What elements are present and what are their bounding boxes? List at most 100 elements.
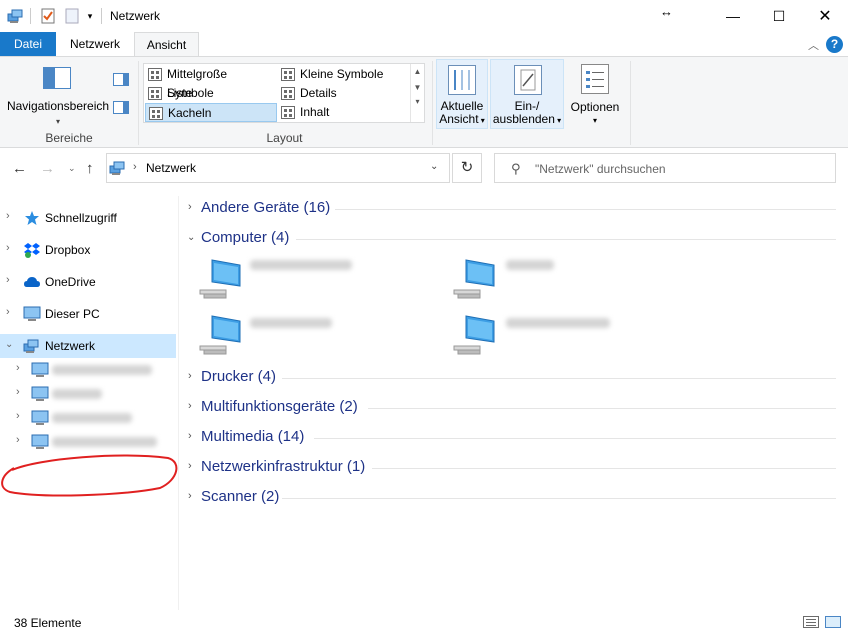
back-arrow-icon[interactable]: ← [12, 160, 27, 177]
options-button[interactable]: Optionen ▾ [566, 59, 624, 129]
tab-datei[interactable]: Datei [0, 32, 56, 56]
nav-item-onedrive[interactable]: › OneDrive [0, 270, 176, 294]
options-icon [581, 64, 609, 94]
computer-tile[interactable] [434, 310, 684, 360]
chevron-down-icon: ▾ [592, 116, 597, 125]
redacted-name [52, 365, 152, 375]
layout-tiles[interactable]: Kacheln [145, 103, 277, 122]
layout-details[interactable]: Details [278, 84, 410, 103]
chevron-right-icon[interactable]: › [6, 210, 10, 222]
group-header[interactable]: › Scanner (2) [180, 487, 842, 509]
up-arrow-icon[interactable]: ↑ [86, 160, 94, 177]
minimize-button[interactable]: — [710, 0, 756, 32]
chevron-down-icon[interactable]: ⌄ [187, 232, 195, 243]
computer-icon [452, 312, 496, 356]
window-title: Netzwerk [110, 9, 161, 23]
chevron-right-icon[interactable]: › [188, 490, 192, 502]
refresh-button[interactable]: ↻ [452, 153, 482, 183]
dropbox-icon [23, 242, 41, 258]
computer-icon [198, 312, 242, 356]
ribbon-tabs: Datei Netzwerk Ansicht ︿ ? [0, 32, 848, 57]
group-header[interactable]: › Drucker (4) [180, 367, 842, 389]
network-icon [23, 338, 41, 354]
chevron-up-icon[interactable]: ▲ [411, 67, 424, 76]
resize-cursor-icon: ↔ [660, 4, 673, 19]
large-icons-view-icon[interactable] [825, 616, 841, 628]
layout-list[interactable]: Liste [145, 84, 277, 103]
chevron-right-icon[interactable]: › [6, 242, 10, 254]
forward-arrow-icon[interactable]: → [40, 160, 55, 177]
chevron-down-icon[interactable]: ⌄ [5, 339, 13, 350]
status-bar: 38 Elemente [0, 610, 848, 634]
chevron-right-icon[interactable]: › [188, 460, 192, 472]
maximize-button[interactable]: ☐ [756, 0, 802, 32]
group-header[interactable]: › Andere Geräte (16) [180, 198, 842, 220]
preview-pane-icon[interactable] [113, 73, 129, 86]
network-icon[interactable] [6, 6, 26, 26]
nav-item-network-computer[interactable]: › [0, 406, 176, 430]
address-row: ← → ⌄ ↑ › Netzwerk ⌄ ↻ ⚲ "Netzwerk" durc… [0, 148, 848, 188]
chevron-up-icon[interactable]: ︿ [808, 37, 819, 53]
chevron-right-icon[interactable]: › [188, 430, 192, 442]
address-dropdown-chevron-icon[interactable]: ⌄ [430, 161, 438, 172]
computer-tile[interactable] [180, 310, 430, 360]
computer-icon [198, 256, 242, 300]
group-header[interactable]: ⌄ Computer (4) [180, 228, 842, 250]
cloud-icon [23, 274, 41, 290]
chevron-right-icon[interactable]: › [16, 386, 20, 398]
new-folder-icon[interactable] [62, 6, 82, 26]
help-icon[interactable]: ? [826, 36, 843, 53]
chevron-right-icon[interactable]: › [188, 201, 192, 213]
layout-content[interactable]: Inhalt [278, 103, 410, 122]
search-input[interactable]: ⚲ "Netzwerk" durchsuchen [494, 153, 836, 183]
redacted-name [52, 413, 132, 423]
breadcrumb-chevron-icon[interactable]: › [133, 161, 137, 173]
nav-item-network-computer[interactable]: › [0, 430, 176, 454]
group-header[interactable]: › Multimedia (14) [180, 427, 842, 449]
chevron-right-icon[interactable]: › [188, 370, 192, 382]
customize-quick-access-icon[interactable]: ▾ [84, 6, 96, 26]
redacted-name [250, 260, 352, 270]
breadcrumb-netzwerk[interactable]: Netzwerk [146, 161, 196, 175]
group-header[interactable]: › Multifunktionsgeräte (2) [180, 397, 842, 419]
tab-netzwerk[interactable]: Netzwerk [56, 32, 134, 56]
navigation-pane-button[interactable]: Navigationsbereich ▾ [6, 63, 110, 126]
navigation-pane: › Schnellzugriff › Dropbox › OneDrive › … [0, 196, 178, 610]
chevron-right-icon[interactable]: › [16, 434, 20, 446]
computer-tile[interactable] [434, 254, 684, 304]
chevron-right-icon[interactable]: › [16, 410, 20, 422]
show-hide-button[interactable]: Ein-/ ausblenden ▾ [490, 59, 564, 129]
close-button[interactable]: ✕ [802, 0, 848, 32]
star-icon [23, 210, 41, 226]
chevron-down-icon: ▾ [56, 117, 61, 126]
chevron-right-icon[interactable]: › [16, 362, 20, 374]
chevron-right-icon[interactable]: › [6, 274, 10, 286]
current-view-button[interactable]: Aktuelle Ansicht ▾ [436, 59, 488, 129]
nav-item-dropbox[interactable]: › Dropbox [0, 238, 176, 262]
gallery-expand-icon[interactable]: ▾ [411, 97, 424, 106]
computer-tile[interactable] [180, 254, 430, 304]
tab-ansicht[interactable]: Ansicht [134, 32, 199, 57]
current-view-icon [448, 65, 476, 95]
chevron-right-icon[interactable]: › [188, 400, 192, 412]
group-header[interactable]: › Netzwerkinfrastruktur (1) [180, 457, 842, 479]
nav-item-netzwerk[interactable]: ⌄ Netzwerk [0, 334, 176, 358]
details-pane-icon[interactable] [113, 101, 129, 114]
layout-small-icons[interactable]: Kleine Symbole [278, 65, 410, 84]
recent-locations-chevron-icon[interactable]: ⌄ [68, 163, 76, 174]
layout-gallery-scroll[interactable]: ▲ ▼ ▾ [410, 64, 424, 122]
chevron-down-icon[interactable]: ▼ [411, 83, 424, 92]
nav-item-network-computer[interactable]: › [0, 382, 176, 406]
properties-icon[interactable] [38, 6, 58, 26]
details-view-icon[interactable] [803, 616, 819, 628]
nav-item-dieser-pc[interactable]: › Dieser PC [0, 302, 176, 326]
options-label: Optionen [570, 100, 620, 114]
nav-item-network-computer[interactable]: › [0, 358, 176, 382]
layout-medium-icons[interactable]: Mittelgroße Symbole [145, 65, 277, 100]
title-bar: ▾ Netzwerk ↔ — ☐ ✕ [0, 0, 848, 32]
explorer-window: ▾ Netzwerk ↔ — ☐ ✕ Datei Netzwerk Ansich… [0, 0, 848, 634]
pane-divider[interactable] [178, 196, 179, 610]
chevron-right-icon[interactable]: › [6, 306, 10, 318]
address-bar[interactable]: › Netzwerk [106, 153, 450, 183]
nav-item-schnellzugriff[interactable]: › Schnellzugriff [0, 206, 176, 230]
